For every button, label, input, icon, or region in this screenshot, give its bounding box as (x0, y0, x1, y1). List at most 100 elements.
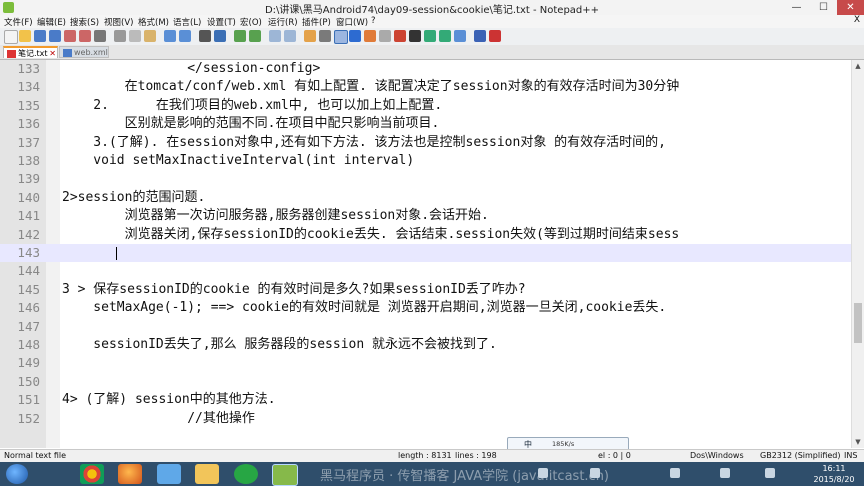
save-all-icon[interactable] (49, 30, 61, 42)
editor-area[interactable]: 133 </session-config> 134 在tomcat/conf/w… (0, 60, 852, 448)
stop-macro-icon[interactable] (409, 30, 421, 42)
undo-icon[interactable] (164, 30, 176, 42)
chrome-icon[interactable] (80, 464, 104, 484)
editor-line[interactable]: 138 void setMaxInactiveInterval(int inte… (0, 152, 852, 170)
maximize-button[interactable]: ☐ (810, 0, 837, 15)
editor-line[interactable]: 145 3 > 保存sessionID的cookie 的有效时间是多久?如果ses… (0, 281, 852, 299)
show-all-chars-icon[interactable] (319, 30, 331, 42)
minimize-button[interactable]: — (783, 0, 810, 15)
network-app-icon[interactable] (157, 464, 181, 484)
indent-guide-icon[interactable] (334, 30, 348, 44)
scroll-up-icon[interactable]: ▲ (852, 60, 864, 72)
menu-window[interactable]: 窗口(W) (336, 16, 368, 28)
close-file-icon[interactable] (64, 30, 76, 42)
scroll-down-icon[interactable]: ▼ (852, 436, 864, 448)
vertical-scrollbar[interactable]: ▲ ▼ (851, 60, 864, 448)
sync-v-icon[interactable] (269, 30, 281, 42)
status-encoding: GB2312 (Simplified) (760, 451, 841, 460)
spellcheck-toggle-icon[interactable] (489, 30, 501, 42)
clock[interactable]: 16:11 2015/8/20 (810, 463, 858, 485)
function-list-icon[interactable] (379, 30, 391, 42)
word-wrap-icon[interactable] (304, 30, 316, 42)
editor-line-current[interactable]: 143 (0, 244, 852, 263)
tray-expand-icon[interactable] (670, 468, 680, 478)
menu-help[interactable]: ? (371, 16, 376, 26)
keyboard-icon[interactable] (538, 468, 548, 478)
tab-label: 笔记.txt (18, 49, 48, 58)
copy-icon[interactable] (129, 30, 141, 42)
editor-line[interactable]: 141 浏览器第一次访问服务器,服务器创建session对象.会话开始. (0, 207, 852, 225)
editor-line[interactable]: 147 (0, 318, 852, 336)
menu-edit[interactable]: 编辑(E) (37, 16, 66, 28)
sync-h-icon[interactable] (284, 30, 296, 42)
start-button[interactable] (6, 464, 28, 484)
save-icon[interactable] (34, 30, 46, 42)
new-file-icon[interactable] (4, 30, 18, 44)
editor-line[interactable]: 137 3.(了解). 在session对象中,还有如下方法. 该方法也是控制s… (0, 134, 852, 152)
record-macro-icon[interactable] (394, 30, 406, 42)
editor-line[interactable]: 148 sessionID丢失了,那么 服务器段的session 就永远不会被找… (0, 336, 852, 354)
text-caret (116, 247, 117, 260)
close-all-icon[interactable] (79, 30, 91, 42)
cut-icon[interactable] (114, 30, 126, 42)
play-macro-icon[interactable] (424, 30, 436, 42)
replace-icon[interactable] (214, 30, 226, 42)
doc-map-icon[interactable] (364, 30, 376, 42)
menu-file[interactable]: 文件(F) (4, 16, 33, 28)
editor-line[interactable]: 142 浏览器关闭,保存sessionID的cookie丢失. 会话结束.ses… (0, 226, 852, 244)
scroll-thumb[interactable] (854, 303, 862, 343)
save-macro-icon[interactable] (454, 30, 466, 42)
editor-line[interactable]: 144 (0, 262, 852, 280)
line-text: 2>session的范围问题. (62, 189, 206, 205)
line-number: 147 (17, 318, 40, 334)
editor-line[interactable]: 150 (0, 373, 852, 391)
editor-line[interactable]: 152 //其他操作 (0, 410, 852, 428)
volume-icon[interactable] (720, 468, 730, 478)
firefox-icon[interactable] (118, 464, 142, 484)
editor-line[interactable]: 149 (0, 354, 852, 372)
menu-macro[interactable]: 宏(O) (240, 16, 262, 28)
line-number: 146 (17, 300, 40, 316)
find-icon[interactable] (199, 30, 211, 42)
status-bar: Normal text file length : 8131 lines : 1… (0, 449, 864, 463)
run-macro-multiple-icon[interactable] (439, 30, 451, 42)
tray-app-icon[interactable] (590, 468, 600, 478)
menu-plugins[interactable]: 插件(P) (302, 16, 331, 28)
file-modified-icon (7, 50, 16, 58)
network-icon[interactable] (765, 468, 775, 478)
menu-settings[interactable]: 设置(T) (207, 16, 236, 28)
menu-search[interactable]: 搜索(S) (70, 16, 99, 28)
editor-line[interactable]: 151 4> (了解) session中的其他方法. (0, 391, 852, 409)
tab-notes[interactable]: 笔记.txt ✕ (3, 46, 58, 58)
explorer-icon[interactable] (195, 464, 219, 484)
zoom-out-icon[interactable] (249, 30, 261, 42)
editor-line[interactable]: 140 2>session的范围问题. (0, 189, 852, 207)
open-file-icon[interactable] (19, 30, 31, 42)
editor-line[interactable]: 139 (0, 170, 852, 188)
redo-icon[interactable] (179, 30, 191, 42)
line-text: 4> (了解) session中的其他方法. (62, 392, 276, 408)
editor-line[interactable]: 135 2. 在我们项目的web.xml中, 也可以加上如上配置. (0, 97, 852, 115)
tab-close-icon[interactable]: ✕ (49, 48, 56, 60)
app-icon[interactable] (234, 464, 258, 484)
paste-icon[interactable] (144, 30, 156, 42)
clock-date: 2015/8/20 (813, 475, 855, 484)
editor-line[interactable]: 136 区别就是影响的范围不同.在项目中配只影响当前项目. (0, 115, 852, 133)
menu-format[interactable]: 格式(M) (138, 16, 169, 28)
lang-icon[interactable] (349, 30, 361, 42)
tab-web-xml[interactable]: web.xml (59, 46, 109, 58)
editor-line[interactable]: 134 在tomcat/conf/web.xml 有如上配置. 该配置决定了se… (0, 78, 852, 96)
print-icon[interactable] (94, 30, 106, 42)
line-text: void setMaxInactiveInterval(int interval… (62, 153, 415, 168)
spellcheck-icon[interactable] (474, 30, 486, 42)
menu-view[interactable]: 视图(V) (104, 16, 133, 28)
menu-run[interactable]: 运行(R) (268, 16, 298, 28)
menu-language[interactable]: 语言(L) (173, 16, 201, 28)
line-number: 141 (17, 208, 40, 224)
notepadpp-taskbar-icon[interactable] (272, 464, 298, 486)
close-button[interactable]: ✕ (837, 0, 864, 15)
zoom-in-icon[interactable] (234, 30, 246, 42)
editor-line[interactable]: 146 setMaxAge(-1); ==> cookie的有效时间就是 浏览器… (0, 299, 852, 317)
close-doc-icon[interactable]: X (854, 15, 860, 25)
editor-line[interactable]: 133 </session-config> (0, 60, 852, 78)
